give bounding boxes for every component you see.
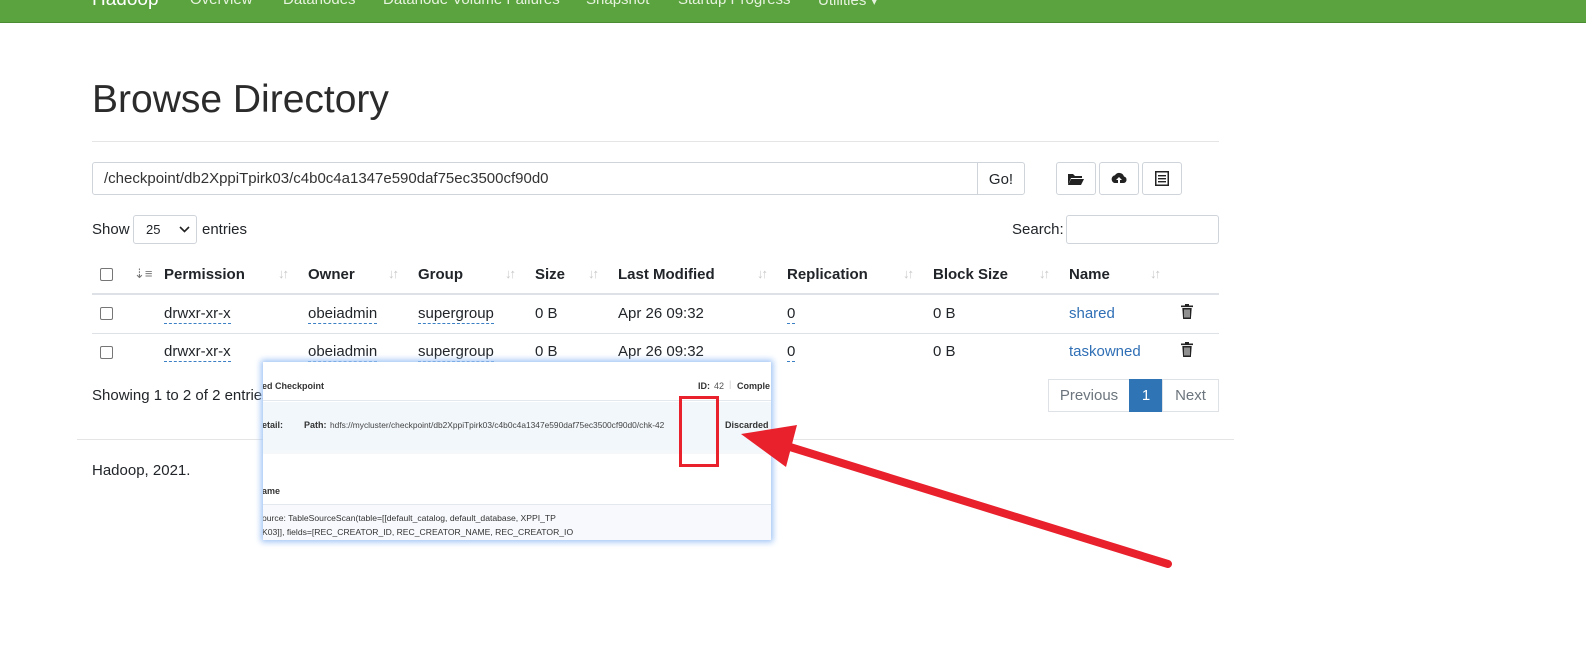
annotation-arrow-icon: [741, 425, 1172, 568]
